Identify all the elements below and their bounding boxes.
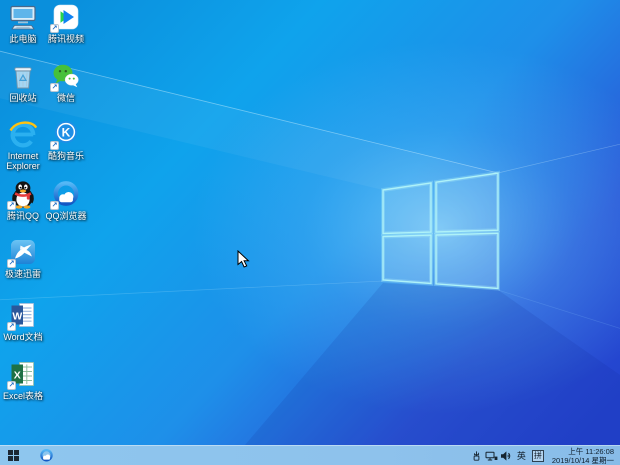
taskbar-clock[interactable]: 上午 11:26:08 2019/10/14 星期一: [547, 446, 620, 465]
icon-label: QQ浏览器: [45, 211, 86, 221]
icon-label: 此电脑: [9, 34, 36, 44]
icon-label: 回收站: [9, 93, 36, 103]
volume-tray-button[interactable]: [499, 446, 514, 465]
desktop-icon-recycle-bin[interactable]: 回收站: [1, 61, 45, 103]
usb-device-icon: [471, 450, 482, 462]
qq-browser-icon: [39, 448, 54, 463]
desktop-icon-kugou-music[interactable]: K ↗ 酷狗音乐: [44, 119, 88, 161]
svg-text:X: X: [14, 369, 21, 381]
this-pc-icon: [8, 2, 38, 32]
ime-pinyin-button[interactable]: 拼: [532, 450, 544, 462]
icon-label: 微信: [57, 93, 75, 103]
network-icon: [485, 450, 498, 462]
shortcut-arrow-icon: ↗: [7, 322, 16, 331]
icon-label: 腾讯QQ: [7, 211, 39, 221]
recycle-bin-icon: [8, 61, 38, 91]
icon-label: 极速迅雷: [5, 269, 41, 279]
shortcut-arrow-icon: ↗: [50, 83, 59, 92]
usb-device-tray-button[interactable]: [469, 446, 484, 465]
icon-label: 酷狗音乐: [48, 151, 84, 161]
desktop-icon-word-doc[interactable]: W ↗ Word文档: [1, 300, 45, 342]
icon-label: 腾讯视频: [48, 34, 84, 44]
shortcut-arrow-icon: ↗: [7, 381, 16, 390]
shortcut-arrow-icon: ↗: [50, 201, 59, 210]
shortcut-arrow-icon: ↗: [50, 24, 59, 33]
icon-label: Excel表格: [3, 391, 43, 401]
wallpaper-win10-light: [0, 0, 620, 465]
taskbar-qq-browser-button[interactable]: [34, 446, 58, 465]
excel-sheet-icon: X ↗: [8, 359, 38, 389]
icon-label: Word文档: [3, 332, 42, 342]
tencent-video-icon: ↗: [51, 2, 81, 32]
windows-start-icon: [8, 450, 19, 461]
internet-explorer-icon: [8, 119, 38, 149]
network-tray-button[interactable]: [484, 446, 499, 465]
desktop-icon-xunlei-thunder[interactable]: ↗ 极速迅雷: [1, 237, 45, 279]
shortcut-arrow-icon: ↗: [50, 141, 59, 150]
start-button[interactable]: [0, 446, 26, 465]
desktop-icon-this-pc[interactable]: 此电脑: [1, 2, 45, 44]
system-tray: 英 拼 上午 11:26:08 2019/10/14 星期一: [469, 446, 620, 465]
tencent-qq-icon: ↗: [8, 179, 38, 209]
desktop-icon-wechat[interactable]: ↗ 微信: [44, 61, 88, 103]
kugou-music-icon: K ↗: [51, 119, 81, 149]
wechat-icon: ↗: [51, 61, 81, 91]
ime-language-button[interactable]: 英: [514, 446, 529, 465]
shortcut-arrow-icon: ↗: [7, 201, 16, 210]
svg-text:K: K: [62, 125, 71, 139]
taskbar: 英 拼 上午 11:26:08 2019/10/14 星期一: [0, 445, 620, 465]
volume-icon: [500, 450, 513, 462]
xunlei-thunder-icon: ↗: [8, 237, 38, 267]
windows-logo: [383, 173, 498, 289]
qq-browser-icon: ↗: [51, 179, 81, 209]
icon-label: Internet Explorer: [1, 151, 45, 171]
desktop-icon-tencent-qq[interactable]: ↗ 腾讯QQ: [1, 179, 45, 221]
desktop-icon-tencent-video[interactable]: ↗ 腾讯视频: [44, 2, 88, 44]
desktop-icon-qq-browser[interactable]: ↗ QQ浏览器: [44, 179, 88, 221]
svg-text:W: W: [12, 310, 22, 322]
desktop-icon-internet-explorer[interactable]: Internet Explorer: [1, 119, 45, 171]
clock-time: 上午 11:26:08: [568, 447, 614, 456]
word-doc-icon: W ↗: [8, 300, 38, 330]
clock-date: 2019/10/14 星期一: [552, 456, 614, 465]
windows-desktop[interactable]: 此电脑 ↗ 腾讯视频 回收站: [0, 0, 620, 465]
desktop-icon-excel-sheet[interactable]: X ↗ Excel表格: [1, 359, 45, 401]
shortcut-arrow-icon: ↗: [7, 259, 16, 268]
